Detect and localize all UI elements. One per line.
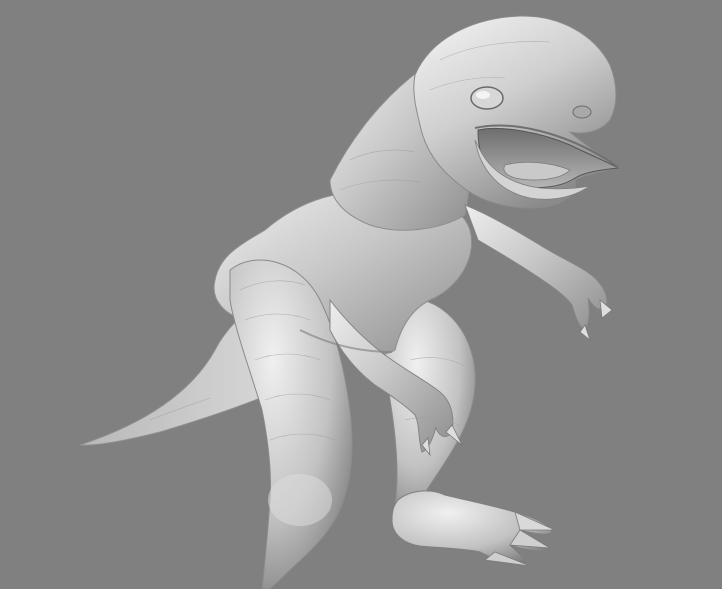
back-foot-claw-1	[514, 511, 556, 531]
back-arm	[464, 204, 608, 331]
eye-highlight	[476, 91, 490, 99]
knee-highlight	[268, 474, 332, 526]
dinosaur-render	[79, 15, 620, 589]
nostril	[572, 105, 592, 119]
3d-viewport[interactable]	[0, 0, 722, 589]
